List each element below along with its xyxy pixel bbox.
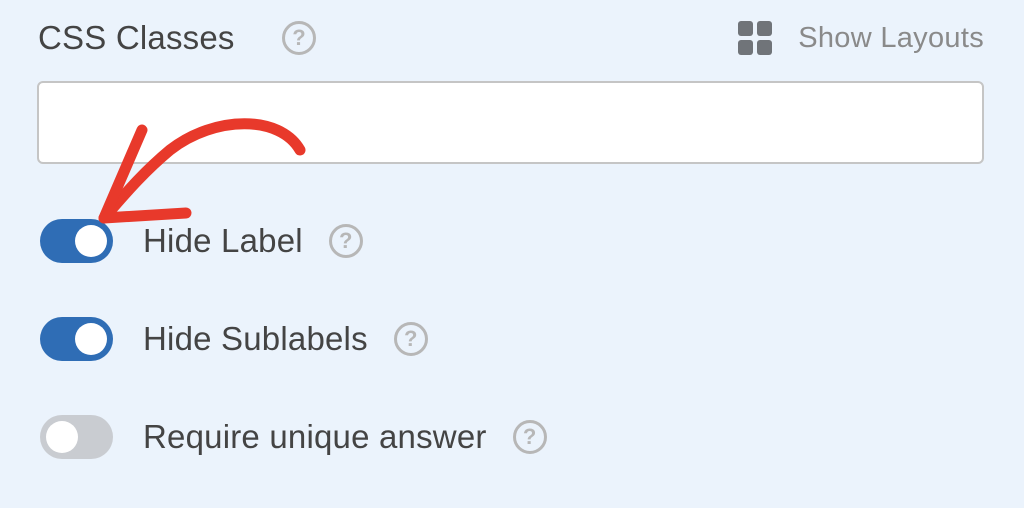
toggle-knob: [75, 323, 107, 355]
question-circle-icon[interactable]: ?: [512, 420, 547, 454]
hide-sublabels-toggle[interactable]: [40, 317, 113, 361]
css-classes-input[interactable]: [37, 81, 984, 164]
toggle-row-hide-sublabels: Hide Sublabels ?: [40, 316, 428, 362]
toggle-row-require-unique-answer: Require unique answer ?: [40, 414, 547, 460]
question-circle-icon[interactable]: ?: [393, 322, 428, 356]
question-circle-icon[interactable]: ?: [328, 224, 363, 258]
toggle-knob: [46, 421, 78, 453]
toggle-row-hide-label: Hide Label ?: [40, 218, 363, 264]
css-classes-header: CSS Classes ? Show Layouts: [38, 16, 984, 60]
require-unique-answer-toggle[interactable]: [40, 415, 113, 459]
hide-label-toggle[interactable]: [40, 219, 113, 263]
toggle-knob: [75, 225, 107, 257]
question-circle-icon[interactable]: ?: [282, 21, 316, 55]
show-layouts-label: Show Layouts: [798, 22, 984, 54]
field-advanced-options-panel: CSS Classes ? Show Layouts Hide Label ? …: [0, 0, 1024, 508]
require-unique-answer-label: Require unique answer: [143, 418, 487, 455]
css-classes-label: CSS Classes: [38, 19, 235, 56]
hide-label-label: Hide Label: [143, 222, 303, 259]
grid-icon: [738, 21, 773, 55]
hide-sublabels-label: Hide Sublabels: [143, 320, 368, 357]
show-layouts-button[interactable]: Show Layouts: [738, 20, 984, 56]
